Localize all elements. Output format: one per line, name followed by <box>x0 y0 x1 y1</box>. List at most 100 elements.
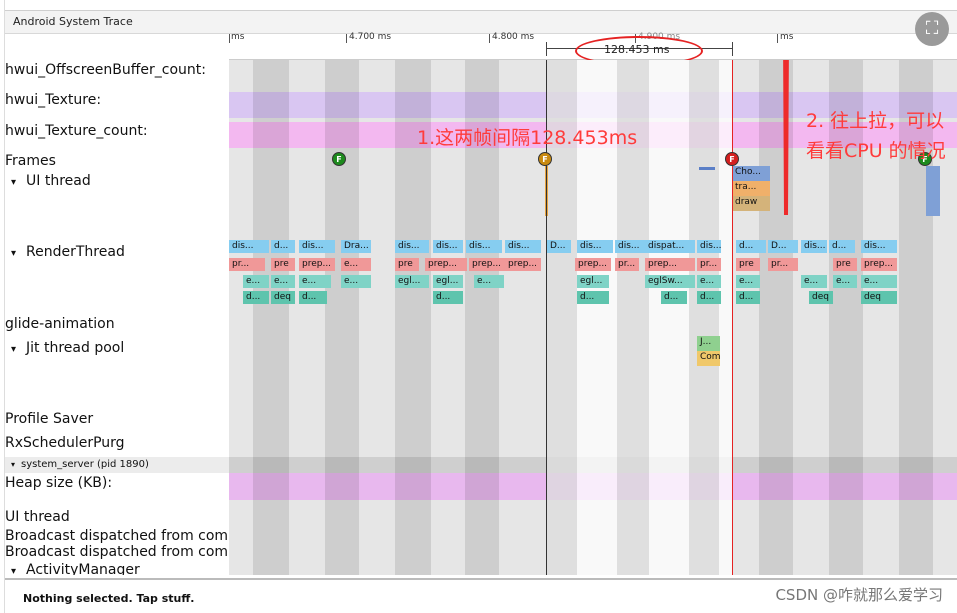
ui-slice-thin <box>926 166 940 216</box>
render-slice[interactable]: egl... <box>395 275 429 288</box>
render-slice[interactable]: e... <box>736 275 760 288</box>
vsync-stripe <box>325 60 359 575</box>
track-label-hwui-texture-count: hwui_Texture_count: <box>5 123 148 139</box>
render-slice[interactable]: prep... <box>575 258 611 271</box>
expand-caret-icon[interactable]: ▾ <box>11 344 16 355</box>
render-slice[interactable]: dispat... <box>645 240 695 253</box>
expand-caret-icon[interactable]: ▾ <box>11 566 16 575</box>
render-slice[interactable]: prep... <box>299 258 335 271</box>
frame-marker-icon[interactable]: F <box>538 152 552 166</box>
ruler-tick <box>777 34 778 43</box>
render-slice[interactable]: deq <box>861 291 897 304</box>
render-slice[interactable]: e... <box>801 275 827 288</box>
track-group-ui-thread[interactable]: ▾ UI thread <box>5 173 91 189</box>
render-slice[interactable]: dis... <box>433 240 463 253</box>
render-slice[interactable]: prep... <box>861 258 897 271</box>
render-slice[interactable]: d... <box>243 291 269 304</box>
track-label-heap-size: Heap size (KB): <box>5 475 113 491</box>
track-label-glide: glide-animation <box>5 316 115 332</box>
track-label-ui-thread: UI thread <box>26 173 91 189</box>
render-slice[interactable]: Dra... <box>341 240 371 253</box>
render-slice[interactable]: d... <box>829 240 855 253</box>
render-slice[interactable]: pr... <box>615 258 639 271</box>
trace-titlebar: Android System Trace <box>5 10 957 34</box>
render-slice[interactable]: d... <box>299 291 327 304</box>
process-label-system-server: system_server (pid 1890) <box>21 459 149 470</box>
selection-end-line <box>732 60 733 575</box>
render-slice[interactable]: pre <box>736 258 760 271</box>
frame-marker-icon[interactable]: F <box>332 152 346 166</box>
selection-range-start <box>546 42 547 56</box>
ui-slice-thin <box>699 167 715 170</box>
jit-slice[interactable]: Com <box>697 351 720 366</box>
process-header-system-server[interactable]: ▾ system_server (pid 1890) <box>5 457 229 473</box>
track-label-ui-thread-2: UI thread <box>5 509 70 525</box>
ruler-tick <box>229 34 230 43</box>
render-slice[interactable]: dis... <box>466 240 502 253</box>
render-slice[interactable]: d... <box>433 291 463 304</box>
render-slice[interactable]: e... <box>697 275 721 288</box>
render-slice[interactable]: d... <box>577 291 609 304</box>
expand-caret-icon[interactable]: ▾ <box>11 248 16 259</box>
render-slice[interactable]: d... <box>661 291 687 304</box>
render-slice[interactable]: d... <box>697 291 721 304</box>
render-slice[interactable]: d... <box>271 240 295 253</box>
expand-icon[interactable]: ⛶ <box>915 12 949 46</box>
ui-slice[interactable]: tra... <box>732 181 770 196</box>
render-slice[interactable]: e... <box>299 275 331 288</box>
render-slice[interactable]: pre <box>395 258 419 271</box>
render-slice[interactable]: pr... <box>229 258 265 271</box>
render-slice[interactable]: dis... <box>505 240 541 253</box>
render-slice[interactable]: dis... <box>697 240 721 253</box>
render-slice[interactable]: e... <box>474 275 504 288</box>
render-slice[interactable]: deq <box>271 291 295 304</box>
render-slice[interactable]: egl... <box>433 275 463 288</box>
ui-slice[interactable]: draw <box>732 196 770 211</box>
render-slice[interactable]: dis... <box>299 240 335 253</box>
render-slice[interactable]: d... <box>736 240 766 253</box>
render-slice[interactable]: prep... <box>505 258 541 271</box>
render-slice[interactable]: dis... <box>801 240 827 253</box>
render-slice[interactable]: eglSw... <box>645 275 695 288</box>
ui-slice[interactable]: Cho... <box>732 166 770 181</box>
jit-slice[interactable]: J... <box>697 336 720 351</box>
render-slice[interactable]: e... <box>271 275 295 288</box>
track-group-render-thread[interactable]: ▾ RenderThread <box>5 244 125 260</box>
vsync-stripe <box>253 60 289 575</box>
render-slice[interactable]: e... <box>341 275 371 288</box>
render-slice[interactable]: prep... <box>425 258 467 271</box>
track-label-broadcast-1: Broadcast dispatched from com <box>5 528 229 544</box>
scroll-up-arrow-icon <box>783 60 789 215</box>
render-slice[interactable]: d... <box>736 291 760 304</box>
render-slice[interactable]: pr... <box>697 258 721 271</box>
render-slice[interactable]: deq <box>809 291 833 304</box>
render-slice[interactable]: D... <box>768 240 798 253</box>
render-slice[interactable]: e... <box>243 275 269 288</box>
render-slice[interactable]: pre <box>271 258 295 271</box>
watermark-text: CSDN @咋就那么爱学习 <box>775 586 943 604</box>
frame-marker-icon[interactable]: F <box>725 152 739 166</box>
track-label-jit: Jit thread pool <box>26 340 125 356</box>
render-slice[interactable]: e... <box>833 275 857 288</box>
render-slice[interactable]: prep... <box>645 258 695 271</box>
ruler-tick-label: 4.800 ms <box>492 32 535 42</box>
scroll-up-annotation: 2. 往上拉，可以看看CPU 的情况 <box>806 110 946 162</box>
track-group-jit[interactable]: ▾ Jit thread pool <box>5 340 124 356</box>
expand-caret-icon[interactable]: ▾ <box>11 460 15 469</box>
track-label-hwui-texture: hwui_Texture: <box>5 92 102 108</box>
render-slice[interactable]: dis... <box>395 240 429 253</box>
render-slice[interactable]: pre <box>833 258 857 271</box>
render-slice[interactable]: pr... <box>768 258 798 271</box>
expand-caret-icon[interactable]: ▾ <box>11 177 16 188</box>
render-slice[interactable]: egl... <box>577 275 609 288</box>
track-group-activity-manager[interactable]: ▾ ActivityManager <box>5 562 140 575</box>
render-slice[interactable]: dis... <box>229 240 269 253</box>
ruler-tick-label: 4.700 ms <box>349 32 392 42</box>
render-slice[interactable]: prep... <box>469 258 505 271</box>
render-slice[interactable]: e... <box>341 258 371 271</box>
render-slice[interactable]: e... <box>861 275 897 288</box>
track-label-rx-scheduler: RxSchedulerPurg <box>5 435 125 451</box>
render-slice[interactable]: dis... <box>577 240 613 253</box>
render-slice[interactable]: D... <box>547 240 571 253</box>
render-slice[interactable]: dis... <box>861 240 897 253</box>
